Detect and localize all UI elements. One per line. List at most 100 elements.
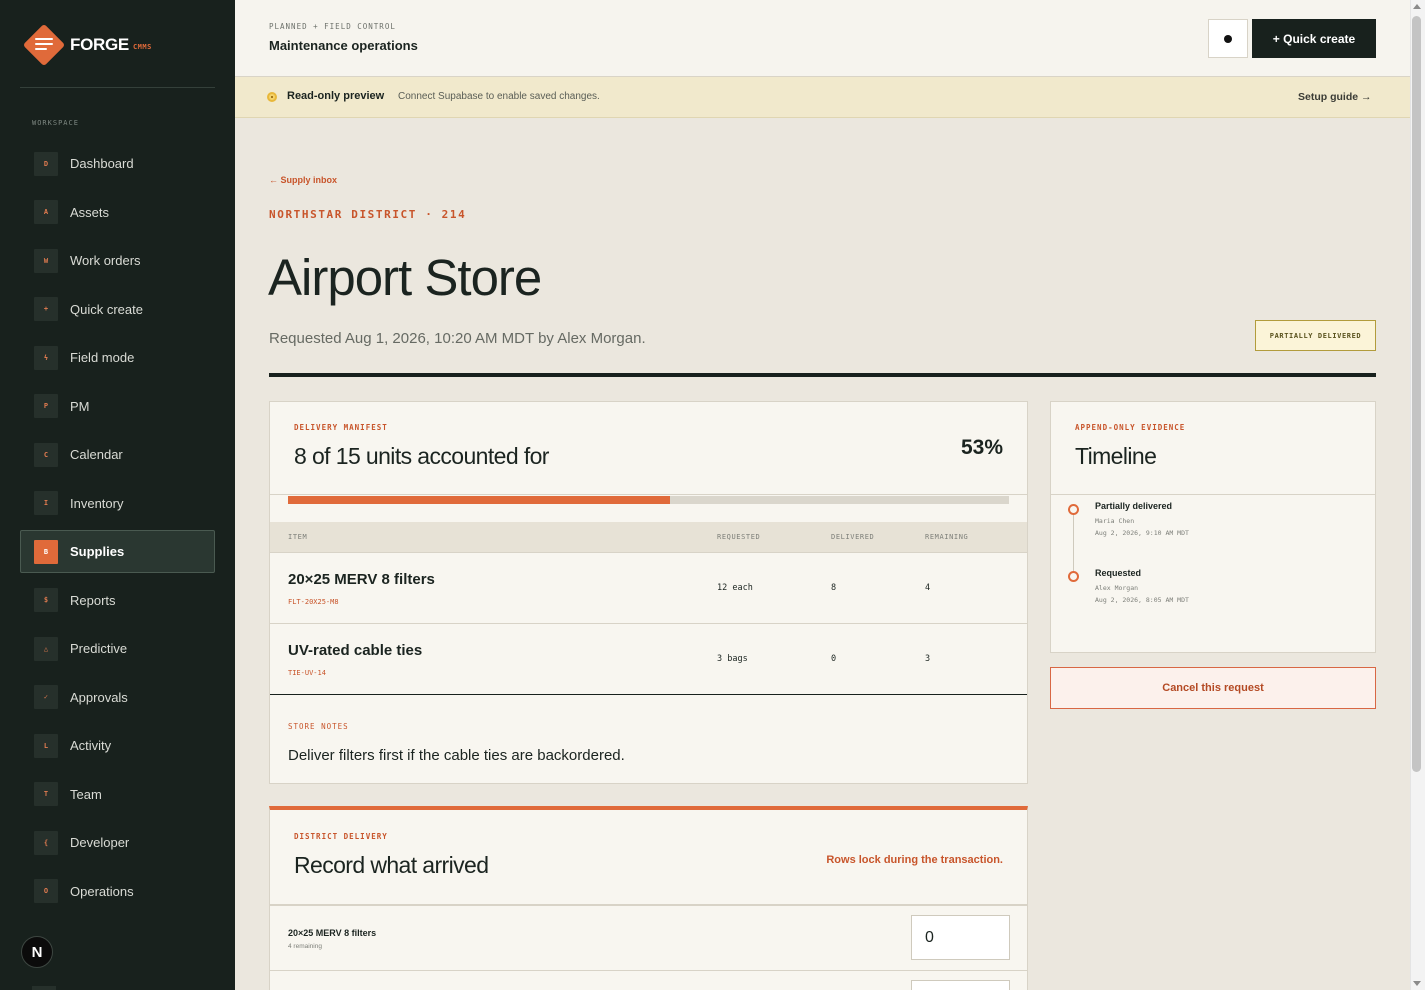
item-remaining: 4 [925,583,931,593]
item-name: UV-rated cable ties [288,642,423,659]
sidebar-footer-item[interactable] [32,986,56,990]
sidebar-item-team[interactable]: T Team [20,773,215,816]
setup-guide-link[interactable]: Setup guide → [1298,91,1372,103]
delivery-manifest-card: DELIVERY MANIFEST 8 of 15 units accounte… [269,401,1028,784]
back-to-supply-inbox-link[interactable]: ← Supply inbox [269,175,337,185]
sidebar-item-field-mode[interactable]: ϟ Field mode [20,336,215,379]
table-row: UV-rated cable ties TIE-UV-14 3 bags 0 3 [270,623,1027,694]
sidebar-item-label: Reports [70,592,116,608]
timeline-event-by: Maria Chen [1095,517,1135,525]
sidebar-item-predictive[interactable]: △ Predictive [20,627,215,670]
sidebar-item-dashboard[interactable]: D Dashboard [20,142,215,185]
theme-toggle-button[interactable] [1208,19,1248,58]
warning-dot-icon [267,92,277,102]
sidebar-item-pm[interactable]: P PM [20,385,215,428]
timeline-event-when: Aug 2, 2026, 9:10 AM MDT [1095,529,1189,537]
item-requested: 12 each [717,583,753,593]
activity-icon: L [34,733,58,758]
sidebar-item-inventory[interactable]: I Inventory [20,482,215,525]
sidebar-item-label: Field mode [70,350,135,365]
brand-logo[interactable]: FORGE CMMS [22,22,152,68]
store-notes-text: Deliver filters first if the cable ties … [288,747,625,764]
item-remaining: 3 [925,654,931,664]
banner-text: Connect Supabase to enable saved changes… [398,91,600,102]
header-rule [269,373,1376,377]
quick-create-button[interactable]: + Quick create [1252,19,1376,58]
sidebar-item-quick-create[interactable]: + Quick create [20,288,215,331]
timeline-line [1073,510,1074,576]
sidebar-item-calendar[interactable]: C Calendar [20,433,215,476]
scroll-down-icon[interactable] [1413,981,1421,986]
store-title: Airport Store [268,249,542,306]
sidebar-item-label: Assets [70,204,110,220]
progress-bar-fill [288,496,671,504]
table-header: ITEM REQUESTED DELIVERED REMAINING [270,522,1027,552]
sidebar-item-label: Developer [70,835,130,850]
item-sku: FLT-20X25-M8 [288,598,339,606]
store-notes: STORE NOTES Deliver filters first if the… [270,694,1027,784]
brand-sub: CMMS [132,43,152,51]
delivered-quantity-input[interactable] [911,980,1010,990]
table-row: 20×25 MERV 8 filters FLT-20X25-M8 12 eac… [270,552,1027,623]
dashboard-icon: D [34,151,58,176]
checkmark-icon: ✓ [34,685,58,709]
district-label: NORTHSTAR DISTRICT · 214 [269,208,467,221]
sidebar-section-label: WORKSPACE [32,119,79,127]
dot-icon [1224,34,1232,43]
sidebar-item-assets[interactable]: A Assets [20,191,215,234]
sidebar-item-label: PM [70,398,90,414]
dollar-icon: $ [34,588,58,612]
banner-title: Read-only preview [287,90,385,102]
sidebar-item-reports[interactable]: $ Reports [20,579,215,622]
brand-name: FORGE [70,35,129,54]
timeline-title: Timeline [1075,443,1157,469]
sidebar-item-label: Quick create [70,301,143,317]
supplies-icon: B [34,539,58,564]
lightning-icon: ϟ [34,345,58,370]
timeline-event-when: Aug 2, 2026, 8:05 AM MDT [1095,596,1189,604]
cancel-request-button[interactable]: Cancel this request [1050,667,1376,709]
item-sku: TIE-UV-14 [288,669,326,677]
work-orders-icon: W [34,248,58,273]
status-badge: PARTIALLY DELIVERED [1255,320,1376,351]
sidebar-item-operations[interactable]: O Operations [20,870,215,913]
inventory-icon: I [34,491,58,515]
timeline-event-title: Requested [1095,568,1142,578]
assets-icon: A [34,200,58,224]
sidebar-item-label: Dashboard [70,156,134,171]
column-header-delivered: DELIVERED [831,533,875,541]
timeline-dot-icon [1068,504,1079,515]
topbar: PLANNED + FIELD CONTROL Maintenance oper… [235,0,1410,77]
manifest-title: 8 of 15 units accounted for [294,443,549,469]
operations-icon: O [34,879,58,903]
sidebar-item-approvals[interactable]: ✓ Approvals [20,676,215,719]
sidebar-item-label: Work orders [70,253,141,268]
sidebar: FORGE CMMS WORKSPACE D Dashboard A Assets … [0,0,235,990]
item-name: 20×25 MERV 8 filters [288,571,435,588]
item-delivered: 0 [831,654,837,664]
item-delivered: 8 [831,583,837,593]
timeline-event-by: Alex Morgan [1095,584,1139,592]
sidebar-item-label: Activity [70,738,112,753]
scroll-up-icon[interactable] [1413,4,1421,9]
sidebar-item-work-orders[interactable]: W Work orders [20,239,215,282]
topbar-kicker: PLANNED + FIELD CONTROL [269,22,396,31]
store-notes-label: STORE NOTES [288,722,349,731]
delivery-hint: Rows lock during the transaction. [826,854,1003,866]
sidebar-item-activity[interactable]: L Activity [20,724,215,767]
sidebar-item-developer[interactable]: {Developer [20,821,215,864]
sidebar-item-label: Operations [70,883,134,899]
plus-icon: + [34,297,58,321]
sidebar-item-supplies[interactable]: B Supplies [20,530,215,573]
sidebar-item-label: Supplies [70,544,125,559]
progress-bar [288,496,1009,504]
sidebar-item-label: Approvals [70,689,128,705]
calendar-icon: C [34,442,58,467]
sidebar-item-label: Calendar [70,447,123,462]
delivered-quantity-input[interactable] [911,915,1010,960]
nextjs-dev-badge[interactable]: N [21,936,53,968]
scrollbar-thumb[interactable] [1412,16,1421,772]
sidebar-divider [20,87,215,88]
requested-meta: Requested Aug 1, 2026, 10:20 AM MDT by A… [269,330,646,347]
sidebar-item-label: Team [70,786,102,802]
